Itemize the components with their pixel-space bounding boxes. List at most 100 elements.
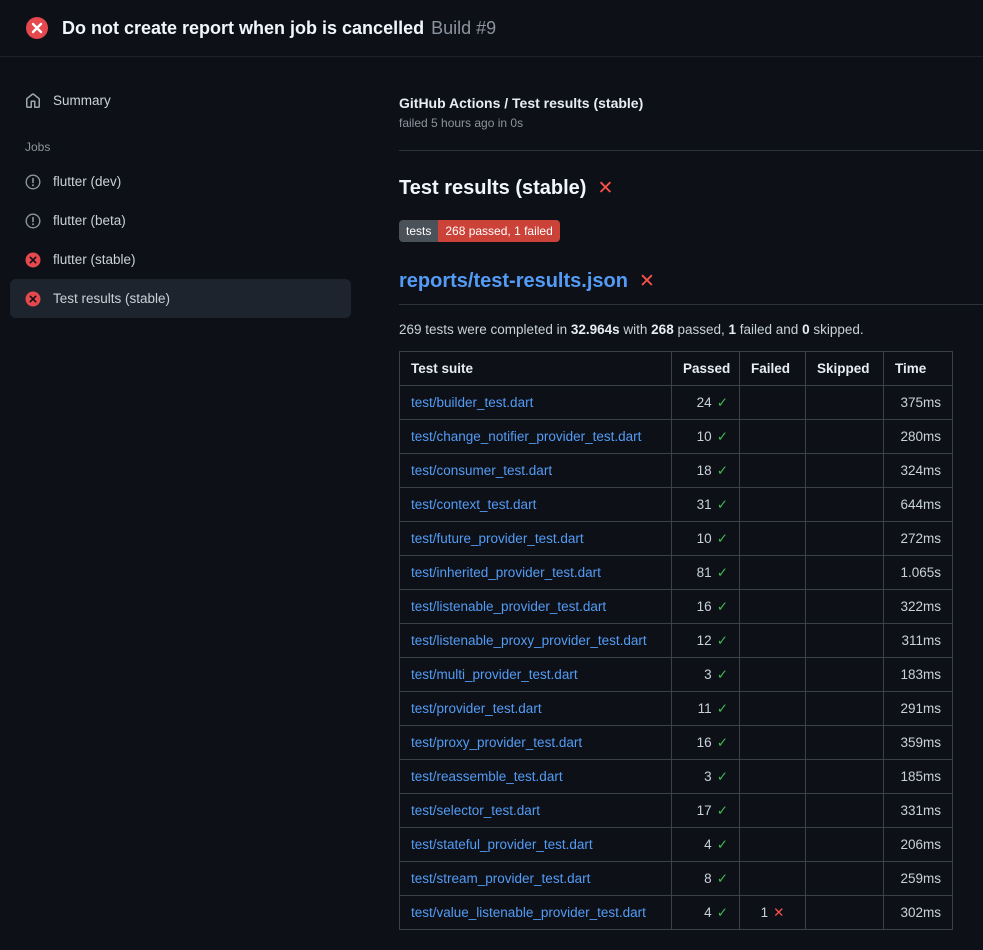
summary-text: 269 tests were completed in: [399, 322, 571, 337]
skipped-count: [806, 624, 884, 658]
table-row: test/context_test.dart31✓644ms: [400, 488, 953, 522]
check-icon: ✓: [717, 565, 728, 580]
count-value: 18: [697, 463, 712, 478]
table-row: test/value_listenable_provider_test.dart…: [400, 896, 953, 930]
test-time: 311ms: [884, 624, 953, 658]
test-suite-link[interactable]: test/future_provider_test.dart: [411, 531, 584, 546]
table-row: test/selector_test.dart 17 ✓ 331ms: [400, 794, 953, 828]
test-suite-cell: test/stateful_provider_test.dart: [400, 828, 672, 862]
test-time: 183ms: [884, 658, 953, 692]
summary-text: failed and: [736, 322, 802, 337]
test-suite-cell: test/proxy_provider_test.dart: [400, 726, 672, 760]
skipped-count: [806, 386, 884, 420]
failed-count: [740, 828, 806, 862]
failed-count: [740, 658, 806, 692]
failed-status-icon: [25, 252, 41, 268]
test-time: 280ms: [884, 420, 953, 454]
failed-count: [740, 454, 806, 488]
test-time: 272ms: [884, 522, 953, 556]
test-suite-link[interactable]: test/selector_test.dart: [411, 803, 540, 818]
failed-count: [740, 556, 806, 590]
test-results-table: Test suite Passed Failed Skipped Time te…: [399, 351, 953, 930]
skipped-count: [806, 692, 884, 726]
count-value: 81: [697, 565, 712, 580]
check-icon: ✓: [717, 735, 728, 750]
table-row: test/inherited_provider_test.dart81✓1.06…: [400, 556, 953, 590]
test-suite-link[interactable]: test/listenable_provider_test.dart: [411, 599, 606, 614]
test-time: 375ms: [884, 386, 953, 420]
test-suite-cell: test/builder_test.dart: [400, 386, 672, 420]
sidebar-item-test-results-stable[interactable]: Test results (stable): [10, 279, 351, 318]
check-icon: ✓: [717, 905, 728, 920]
check-icon: ✓: [717, 769, 728, 784]
count-value: 17: [697, 803, 712, 818]
table-row: test/future_provider_test.dart10✓272ms: [400, 522, 953, 556]
test-suite-link[interactable]: test/builder_test.dart: [411, 395, 533, 410]
main-layout: Summary Jobs flutter (dev) flutter (beta…: [0, 57, 983, 950]
test-suite-cell: test/listenable_proxy_provider_test.dart: [400, 624, 672, 658]
skipped-count: [806, 794, 884, 828]
table-row: test/listenable_proxy_provider_test.dart…: [400, 624, 953, 658]
test-suite-link[interactable]: test/change_notifier_provider_test.dart: [411, 429, 641, 444]
test-suite-link[interactable]: test/consumer_test.dart: [411, 463, 552, 478]
failed-count: [740, 420, 806, 454]
check-icon: ✓: [717, 497, 728, 512]
skipped-count: [806, 522, 884, 556]
skipped-count: [806, 488, 884, 522]
test-suite-link[interactable]: test/reassemble_test.dart: [411, 769, 563, 784]
count-value: 31: [697, 497, 712, 512]
test-suite-cell: test/stream_provider_test.dart: [400, 862, 672, 896]
passed-count: 4✓: [672, 828, 740, 862]
divider: [399, 150, 983, 151]
breadcrumb: GitHub Actions / Test results (stable): [399, 95, 952, 111]
skipped-count: [806, 556, 884, 590]
count-value: 11: [698, 701, 712, 716]
table-row: test/listenable_provider_test.dart16✓322…: [400, 590, 953, 624]
test-suite-link[interactable]: test/inherited_provider_test.dart: [411, 565, 601, 580]
passed-count: 12✓: [672, 624, 740, 658]
summary-failed: 1: [729, 322, 737, 337]
job-label: Test results (stable): [53, 289, 170, 308]
summary-skipped: 0: [802, 322, 810, 337]
test-time: 359ms: [884, 726, 953, 760]
badge-value: 268 passed, 1 failed: [438, 220, 559, 242]
tests-badge: tests 268 passed, 1 failed: [399, 220, 560, 242]
job-label: flutter (stable): [53, 250, 136, 269]
failed-count: [740, 624, 806, 658]
test-suite-link[interactable]: test/stateful_provider_test.dart: [411, 837, 593, 852]
report-heading: reports/test-results.json ✕: [399, 270, 983, 305]
section-heading-text: Test results (stable): [399, 177, 586, 200]
test-suite-link[interactable]: test/context_test.dart: [411, 497, 536, 512]
table-row: test/reassemble_test.dart3✓185ms: [400, 760, 953, 794]
test-time: 331ms: [884, 794, 953, 828]
test-suite-link[interactable]: test/value_listenable_provider_test.dart: [411, 905, 646, 920]
neutral-status-icon: [25, 213, 41, 229]
report-file-link[interactable]: reports/test-results.json: [399, 270, 628, 293]
test-suite-cell: test/selector_test.dart: [400, 794, 672, 828]
passed-count: 18✓: [672, 454, 740, 488]
skipped-count: [806, 726, 884, 760]
sidebar-item-summary[interactable]: Summary: [10, 81, 351, 120]
check-icon: ✓: [717, 599, 728, 614]
table-row: test/provider_test.dart11✓291ms: [400, 692, 953, 726]
test-time: 185ms: [884, 760, 953, 794]
count-value: 10: [697, 429, 712, 444]
test-results-table-body: test/builder_test.dart24✓375mstest/chang…: [400, 386, 953, 930]
summary-label: Summary: [53, 91, 111, 110]
test-suite-link[interactable]: test/stream_provider_test.dart: [411, 871, 590, 886]
test-suite-link[interactable]: test/multi_provider_test.dart: [411, 667, 578, 682]
test-suite-link[interactable]: test/provider_test.dart: [411, 701, 542, 716]
skipped-count: [806, 896, 884, 930]
check-icon: ✓: [717, 803, 728, 818]
x-icon: ✕: [639, 272, 655, 291]
sidebar-item-flutter-dev[interactable]: flutter (dev): [10, 162, 351, 201]
count-value: 12: [697, 633, 712, 648]
test-suite-link[interactable]: test/proxy_provider_test.dart: [411, 735, 582, 750]
passed-count: 17 ✓: [672, 794, 740, 828]
test-suite-link[interactable]: test/listenable_proxy_provider_test.dart: [411, 633, 647, 648]
sidebar-item-flutter-beta[interactable]: flutter (beta): [10, 201, 351, 240]
check-icon: ✓: [717, 531, 728, 546]
sidebar-item-flutter-stable[interactable]: flutter (stable): [10, 240, 351, 279]
test-suite-cell: test/listenable_provider_test.dart: [400, 590, 672, 624]
table-row: test/change_notifier_provider_test.dart 1…: [400, 420, 953, 454]
